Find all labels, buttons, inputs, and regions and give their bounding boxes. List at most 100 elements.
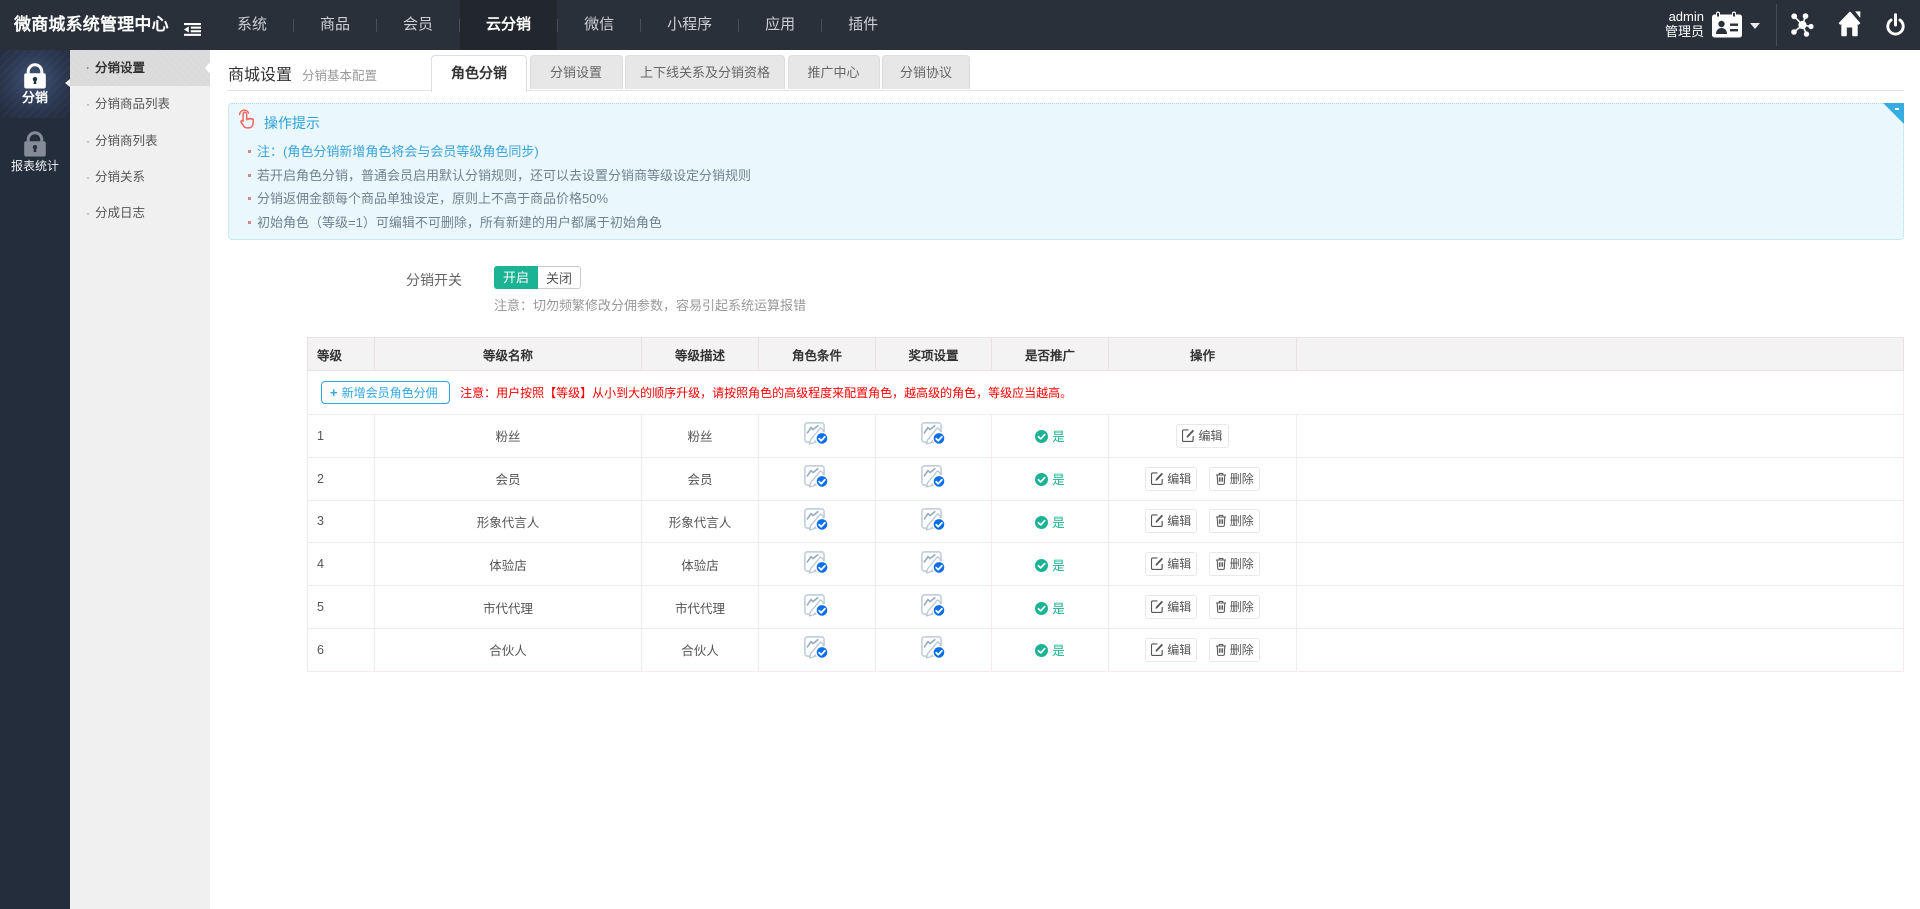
bullet-icon [248, 174, 251, 177]
check-circle-icon [1035, 473, 1048, 486]
cell-name: 体验店 [375, 543, 642, 586]
bullet-icon [248, 197, 251, 200]
collapse-menu-icon[interactable] [184, 23, 201, 41]
delete-button-label: 删除 [1230, 472, 1254, 486]
delete-button[interactable]: 删除 [1209, 638, 1260, 662]
sidebar-item[interactable]: ·分销设置 [70, 50, 210, 86]
top-menu-item[interactable]: 会员 [377, 0, 459, 50]
edit-button-label: 编辑 [1167, 557, 1191, 571]
delete-button[interactable]: 删除 [1209, 552, 1260, 576]
cell-level: 6 [308, 628, 375, 671]
tips-item: 分销返佣金额每个商品单独设定，原则上不高于商品价格50% [229, 187, 1903, 211]
role-table: 等级等级名称等级描述角色条件奖项设置是否推广操作 +新增会员角色分佣 注意：用户… [307, 337, 1904, 672]
sidebar-item[interactable]: · 分销商列表 [70, 123, 210, 159]
award-setting-edit-icon[interactable] [921, 649, 947, 663]
sidebar-item-label: 分销商列表 [95, 134, 158, 148]
bullet-icon: · [86, 159, 90, 195]
delete-button[interactable]: 删除 [1209, 509, 1260, 533]
cell-desc: 形象代言人 [642, 500, 759, 543]
role-condition-edit-icon[interactable] [804, 521, 830, 535]
tab-bar: 角色分销分销设置上下线关系及分销资格推广中心分销协议 [431, 55, 973, 92]
cell-empty [1297, 415, 1904, 458]
trash-icon [1215, 472, 1227, 485]
tab[interactable]: 分销设置 [530, 55, 623, 89]
edit-button[interactable]: 编辑 [1145, 509, 1197, 533]
cell-empty [1297, 543, 1904, 586]
home-icon[interactable] [1838, 11, 1862, 42]
switch-off-button[interactable]: 关闭 [538, 266, 581, 289]
page-title: 商城设置 [228, 61, 292, 85]
edit-button[interactable]: 编辑 [1176, 424, 1228, 448]
promote-yes-label: 是 [1052, 473, 1065, 487]
cell-operations: 编辑 删除 [1109, 628, 1297, 671]
switch-on-button[interactable]: 开启 [494, 266, 538, 289]
tips-item-text: 初始角色（等级=1）可编辑不可删除，所有新建的用户都属于初始角色 [257, 215, 662, 230]
tips-fold-icon[interactable] [1883, 103, 1904, 124]
cell-award-setting [876, 415, 992, 458]
top-menu-item[interactable]: 商品 [294, 0, 376, 50]
sidebar-submenu: ·分销设置·分销商品列表·分销商列表·分销关系·分成日志 [70, 50, 210, 909]
top-menu-item[interactable]: 云分销 [460, 0, 557, 50]
column-header: 等级 [308, 338, 375, 371]
page-head: 商城设置 分销基本配置 角色分销分销设置上下线关系及分销资格推广中心分销协议 [227, 50, 1904, 91]
top-menu-item[interactable]: 应用 [739, 0, 821, 50]
edit-button[interactable]: 编辑 [1145, 467, 1197, 491]
bullet-icon: · [86, 86, 90, 122]
distribution-switch[interactable]: 开启 关闭 [494, 266, 581, 289]
promote-status: 是 [1035, 473, 1065, 487]
top-menu-item[interactable]: 插件 [822, 0, 904, 50]
promote-yes-label: 是 [1052, 559, 1065, 573]
award-setting-edit-icon[interactable] [921, 521, 947, 535]
award-setting-edit-icon[interactable] [921, 607, 947, 621]
cell-desc: 市代代理 [642, 586, 759, 629]
tips-title: 操作提示 [264, 113, 320, 133]
tab[interactable]: 推广中心 [788, 55, 880, 89]
bullet-icon: · [86, 123, 90, 159]
delete-button[interactable]: 删除 [1209, 595, 1260, 619]
role-condition-edit-icon[interactable] [804, 564, 830, 578]
user-caret-down-icon[interactable] [1750, 23, 1760, 29]
cell-empty [1297, 457, 1904, 500]
lock-icon [0, 63, 70, 89]
role-condition-edit-icon[interactable] [804, 435, 830, 449]
add-role-button[interactable]: +新增会员角色分佣 [321, 381, 450, 404]
tab[interactable]: 上下线关系及分销资格 [625, 55, 785, 89]
rail-item[interactable]: 报表统计 [0, 118, 70, 186]
top-menu-item[interactable]: 小程序 [641, 0, 738, 50]
edit-icon [1151, 643, 1164, 656]
tab[interactable]: 角色分销 [431, 55, 527, 92]
power-icon[interactable] [1885, 13, 1906, 42]
sidebar-item[interactable]: ·分销关系 [70, 159, 210, 195]
edit-button[interactable]: 编辑 [1145, 552, 1197, 576]
column-header-empty [1297, 338, 1904, 371]
top-menu-item[interactable]: 微信 [558, 0, 640, 50]
role-condition-edit-icon[interactable] [804, 649, 830, 663]
cell-operations: 编辑 删除 [1109, 586, 1297, 629]
cell-level: 3 [308, 500, 375, 543]
edit-button[interactable]: 编辑 [1145, 638, 1197, 662]
trash-icon [1215, 600, 1227, 613]
award-setting-edit-icon[interactable] [921, 564, 947, 578]
edit-button-label: 编辑 [1198, 429, 1222, 443]
topbar: 微商城系统管理中心 系统商品会员云分销微信小程序应用插件 admin 管理员 [0, 0, 1920, 50]
sidebar-item[interactable]: ·分销商品列表 [70, 86, 210, 122]
bullet-icon: · [86, 195, 90, 231]
edit-button[interactable]: 编辑 [1145, 595, 1197, 619]
rail-item-label: 报表统计 [0, 160, 70, 172]
role-condition-edit-icon[interactable] [804, 478, 830, 492]
sidebar-item[interactable]: ·分成日志 [70, 195, 210, 231]
rail-item[interactable]: 分销 [0, 50, 70, 118]
delete-button[interactable]: 删除 [1209, 467, 1260, 491]
award-setting-edit-icon[interactable] [921, 435, 947, 449]
sidebar-item-label: 分销设置 [95, 61, 145, 75]
role-condition-edit-icon[interactable] [804, 607, 830, 621]
cell-role-condition [759, 415, 876, 458]
top-menu-item[interactable]: 系统 [211, 0, 293, 50]
award-setting-edit-icon[interactable] [921, 478, 947, 492]
tips-item-text: 注：(角色分销新增角色将会与会员等级角色同步) [257, 144, 539, 159]
page-subtitle: 分销基本配置 [302, 65, 377, 84]
user-card-icon[interactable] [1712, 11, 1742, 43]
tab[interactable]: 分销协议 [882, 55, 970, 89]
user-name[interactable]: admin 管理员 [1665, 9, 1704, 39]
network-icon[interactable] [1790, 12, 1815, 43]
